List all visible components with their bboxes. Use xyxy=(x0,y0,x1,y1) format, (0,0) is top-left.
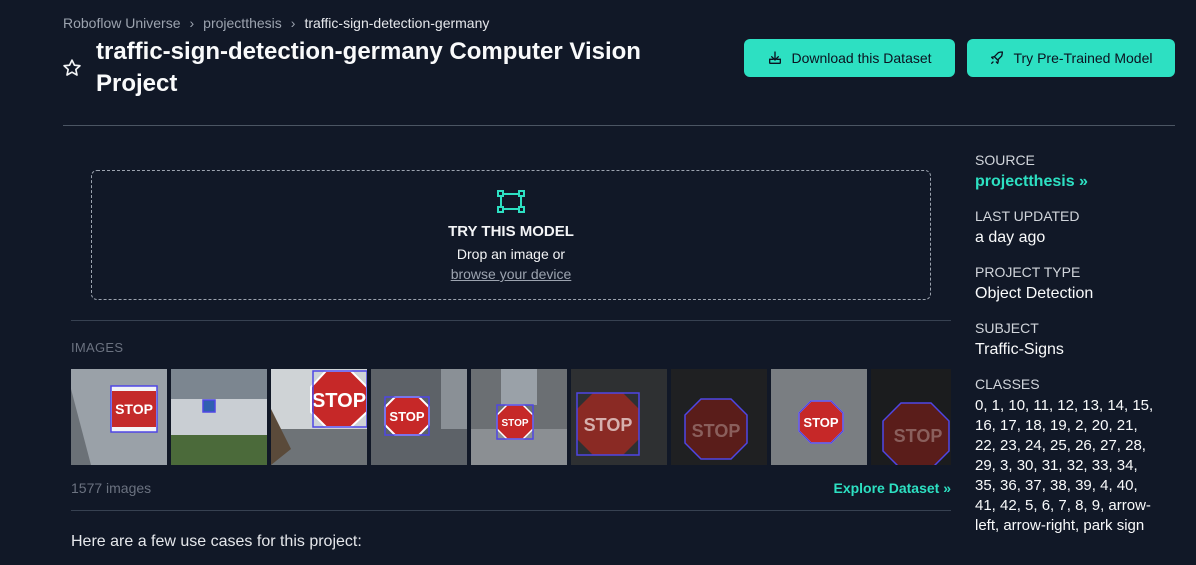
stop-sign-text: STOP xyxy=(584,415,633,435)
last-updated-value: a day ago xyxy=(975,229,1046,246)
image-thumbnail-strip: STOP STOP STOP STOP STOP STOP STOP STOP xyxy=(71,369,951,465)
try-pretrained-model-label: Try Pre-Trained Model xyxy=(1013,50,1153,66)
rocket-icon xyxy=(991,51,1004,64)
page-title: traffic-sign-detection-germany Computer … xyxy=(96,38,641,97)
image-thumbnail[interactable]: STOP xyxy=(571,369,667,465)
stop-sign-text: STOP xyxy=(803,415,838,430)
project-sidebar: SOURCE projectthesis » LAST UPDATED a da… xyxy=(975,152,1175,536)
classes-label: CLASSES xyxy=(975,376,1040,392)
image-dropzone[interactable]: TRY THIS MODEL Drop an image or browse y… xyxy=(91,170,931,300)
image-thumbnail[interactable]: STOP xyxy=(671,369,767,465)
download-dataset-button[interactable]: Download this Dataset xyxy=(744,39,955,77)
source-value: projectthesis xyxy=(975,173,1075,190)
image-thumbnail[interactable]: STOP xyxy=(371,369,467,465)
use-cases-intro: Here are a few use cases for this projec… xyxy=(71,533,362,550)
download-dataset-label: Download this Dataset xyxy=(791,50,932,66)
image-thumbnail[interactable] xyxy=(171,369,267,465)
last-updated-label: LAST UPDATED xyxy=(975,208,1080,224)
project-type-value: Object Detection xyxy=(975,285,1094,302)
bounding-box-icon xyxy=(497,190,525,213)
stop-sign-text: STOP xyxy=(389,409,424,424)
image-thumbnail[interactable]: STOP xyxy=(271,369,367,465)
chevron-right-icon: › xyxy=(290,15,296,31)
source-link[interactable]: projectthesis » xyxy=(975,172,1175,192)
section-divider xyxy=(71,320,951,321)
image-thumbnail[interactable]: STOP xyxy=(471,369,567,465)
classes-value: 0, 1, 10, 11, 12, 13, 14, 15, 16, 17, 18… xyxy=(975,397,1154,534)
browse-device-link[interactable]: browse your device xyxy=(92,266,930,282)
star-icon[interactable] xyxy=(62,58,82,78)
header-divider xyxy=(63,125,1175,126)
stop-sign-text: STOP xyxy=(115,401,153,417)
image-count: 1577 images xyxy=(71,480,152,496)
download-icon xyxy=(769,51,782,64)
breadcrumb-item-universe[interactable]: Roboflow Universe xyxy=(63,15,181,31)
breadcrumb-item-workspace[interactable]: projectthesis xyxy=(203,15,282,31)
image-thumbnail[interactable]: STOP xyxy=(871,369,951,465)
stop-sign-text: STOP xyxy=(501,418,528,429)
subject-value: Traffic-Signs xyxy=(975,341,1064,358)
try-pretrained-model-button[interactable]: Try Pre-Trained Model xyxy=(967,39,1175,77)
breadcrumb: Roboflow Universe › projectthesis › traf… xyxy=(63,15,489,31)
double-chevron-right-icon: » xyxy=(1079,173,1088,190)
source-label: SOURCE xyxy=(975,152,1035,168)
image-thumbnail[interactable]: STOP xyxy=(71,369,167,465)
explore-dataset-link[interactable]: Explore Dataset » xyxy=(833,480,951,496)
explore-dataset-label: Explore Dataset xyxy=(833,480,940,496)
subject-label: SUBJECT xyxy=(975,320,1039,336)
try-model-title: TRY THIS MODEL xyxy=(448,223,574,240)
breadcrumb-item-project[interactable]: traffic-sign-detection-germany xyxy=(304,15,489,31)
images-section-label: IMAGES xyxy=(71,340,124,355)
project-type-label: PROJECT TYPE xyxy=(975,264,1081,280)
dropzone-instructions: Drop an image or xyxy=(456,246,566,262)
stop-sign-text: STOP xyxy=(692,421,741,441)
stop-sign-text: STOP xyxy=(894,426,943,446)
double-chevron-right-icon: » xyxy=(943,480,951,496)
section-divider xyxy=(71,510,951,511)
chevron-right-icon: › xyxy=(189,15,195,31)
stop-sign-text: STOP xyxy=(312,390,366,412)
image-thumbnail[interactable]: STOP xyxy=(771,369,867,465)
